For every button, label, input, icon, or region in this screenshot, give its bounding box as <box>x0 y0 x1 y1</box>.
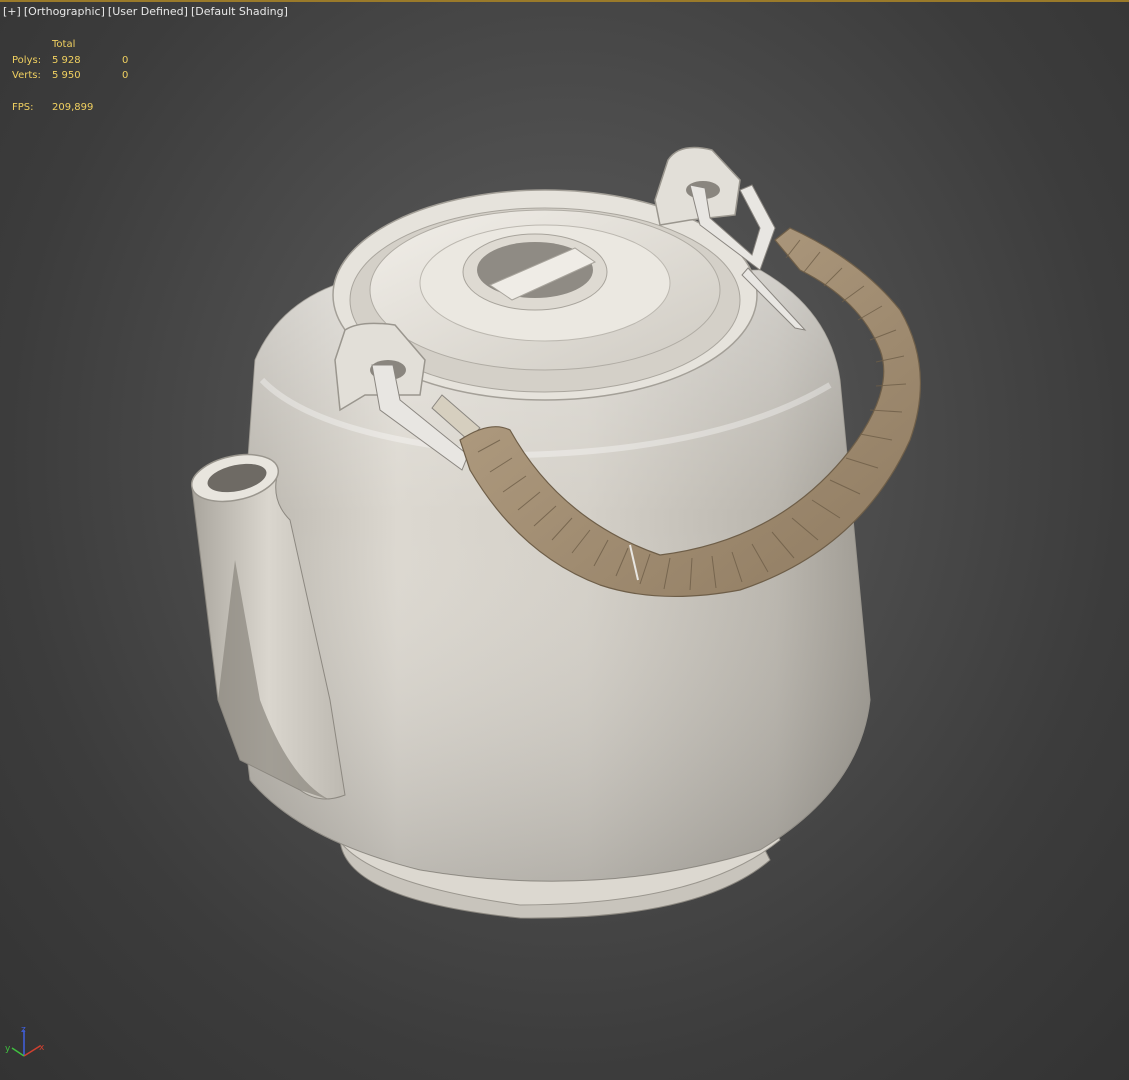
svg-text:x: x <box>39 1043 45 1053</box>
axis-tripod-icon: z x y <box>5 1025 45 1057</box>
svg-text:y: y <box>5 1044 11 1054</box>
teapot-icon[interactable] <box>0 0 1129 1080</box>
viewport-perspective[interactable]: [+] [Orthographic] [User Defined] [Defau… <box>0 0 1129 1080</box>
svg-text:z: z <box>21 1025 26 1035</box>
